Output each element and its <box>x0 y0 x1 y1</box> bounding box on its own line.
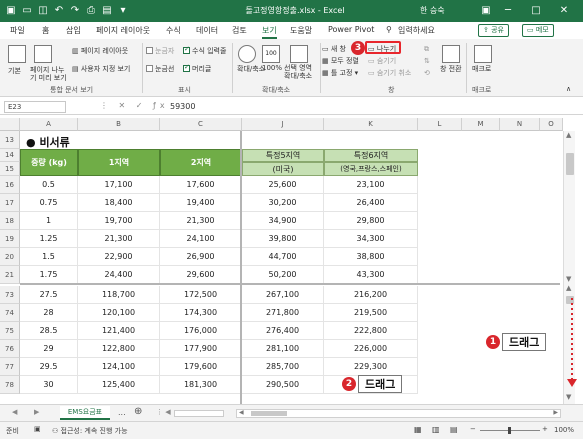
page-layout-status-icon[interactable]: ▥ <box>432 425 440 434</box>
accessibility-status[interactable]: ⚇ 접근성: 계속 진행 가능 <box>52 426 128 436</box>
step-2-badge: 2 <box>342 377 356 391</box>
scroll-right-icon[interactable]: ▶ <box>553 409 558 416</box>
horizontal-scrollbar[interactable]: ◀ ▶ <box>236 409 561 418</box>
macro-record-icon[interactable]: ▣ <box>34 425 41 433</box>
zoom-in-icon[interactable]: + <box>542 425 548 433</box>
scroll-left-icon[interactable]: ◀ <box>239 409 244 416</box>
status-bar: 준비 ▣ ⚇ 접근성: 계속 진행 가능 ▦ ▥ ▤ − + 100% <box>0 421 583 439</box>
more-sheets-icon[interactable]: ... <box>118 408 126 417</box>
step-1-badge: 1 <box>486 335 500 349</box>
drag-annotations <box>312 298 577 416</box>
drag-callout-1: 드래그 <box>502 333 547 351</box>
horizontal-scroll-thumb[interactable] <box>251 411 287 416</box>
page-break-status-icon[interactable]: ▤ <box>450 425 458 434</box>
status-ready: 준비 <box>6 427 19 435</box>
zoom-level[interactable]: 100% <box>554 426 574 434</box>
add-sheet-icon[interactable]: ⊕ <box>134 406 142 417</box>
upper-hscroll[interactable] <box>174 410 224 417</box>
tab-scroll-icon[interactable]: ⋮ ◀ <box>156 408 171 416</box>
sheet-tabs-bar: ◀ ▶ EMS요금표 ... ⊕ ⋮ ◀ ◀ ▶ <box>0 404 583 421</box>
drag-callout-2: 드래그 <box>358 375 403 393</box>
sheet-tab-ems[interactable]: EMS요금표 <box>60 406 110 420</box>
zoom-slider-thumb[interactable] <box>508 427 511 434</box>
zoom-out-icon[interactable]: − <box>470 425 476 433</box>
prev-sheet-icon[interactable]: ◀ <box>12 408 17 416</box>
normal-view-status-icon[interactable]: ▦ <box>414 425 422 434</box>
next-sheet-icon[interactable]: ▶ <box>34 408 39 416</box>
